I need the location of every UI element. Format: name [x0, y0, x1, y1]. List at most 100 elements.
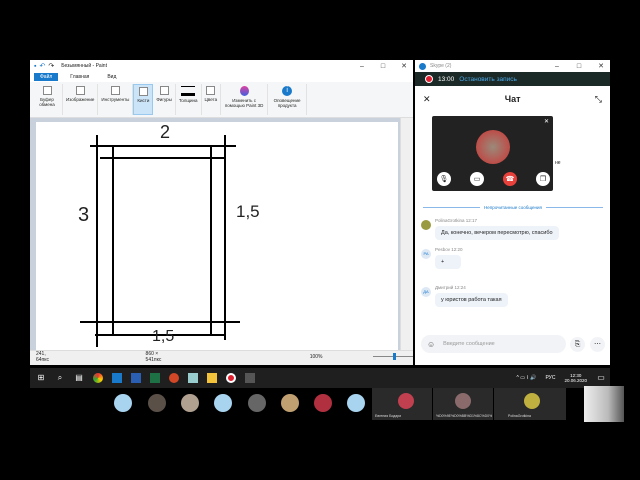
avatar: ДА	[421, 287, 431, 297]
close-button[interactable]: ✕	[395, 62, 413, 70]
notifications-icon[interactable]: ▭	[596, 373, 606, 383]
input-placeholder: Введите сообщение	[443, 341, 495, 347]
message-input[interactable]: ☺ Введите сообщение	[421, 335, 566, 353]
paint3d-button[interactable]: Изменить с помощью Paint 3D	[221, 84, 269, 115]
close-icon[interactable]: ✕	[423, 94, 431, 105]
colors-button[interactable]: Цвета	[202, 84, 222, 115]
status-bar: 241, 64пкс 860 × 541пкс 100%	[30, 350, 413, 363]
stop-recording-link[interactable]: Остановить запись	[459, 76, 517, 83]
maximize-button[interactable]: □	[374, 63, 392, 70]
participant-avatar[interactable]	[181, 394, 199, 412]
tools-group[interactable]: Инструменты	[98, 84, 134, 115]
excel-icon[interactable]	[150, 373, 160, 383]
language-indicator[interactable]: РУС	[545, 375, 555, 381]
participant-avatar[interactable]	[281, 394, 299, 412]
emoji-icon[interactable]: ☺	[427, 340, 435, 349]
size-button[interactable]: Толщина	[176, 84, 202, 115]
notepad-icon[interactable]	[188, 373, 198, 383]
search-icon[interactable]: ⌕	[55, 373, 65, 383]
windows-start-icon[interactable]: ⊞	[36, 373, 46, 383]
tab-file[interactable]: Файл	[34, 73, 59, 81]
message-text: у юристов работа такая	[435, 293, 508, 307]
canvas-area: 2 3 1,5 1,5	[30, 118, 400, 350]
participant-name: %D0%9E%D0%BB%D1%8C%D0%B3...	[436, 414, 492, 418]
participant-name: Евгения Бодари	[375, 414, 402, 418]
vertical-scrollbar[interactable]	[400, 118, 410, 350]
participant-avatar[interactable]	[214, 394, 232, 412]
label-bottom: 1,5	[152, 328, 175, 345]
label: Изменить с помощью Paint 3D	[224, 98, 264, 108]
brushes-button[interactable]: Кисти	[133, 84, 154, 115]
powerpoint-icon[interactable]	[169, 373, 179, 383]
drawing	[80, 135, 240, 347]
task-view-icon[interactable]: ▤	[74, 373, 84, 383]
participant-avatar[interactable]	[114, 394, 132, 412]
minimize-button[interactable]: –	[548, 63, 566, 70]
canvas-size: 860 × 541пкс	[145, 350, 162, 363]
divider-label: Непрочитанные сообщения	[484, 205, 542, 210]
brush-icon	[138, 87, 148, 96]
shapes-icon	[159, 86, 169, 95]
clock[interactable]: 12:30 20.06.2020	[564, 373, 587, 383]
pencil-icon	[110, 86, 120, 95]
caller-avatar	[476, 130, 510, 164]
participant-avatar[interactable]	[314, 394, 332, 412]
window-title: Skype (2)	[430, 63, 452, 69]
call-window[interactable]: ✕ 🎙 ▭ ☎ ❐	[432, 116, 553, 191]
participant-avatar[interactable]	[347, 394, 365, 412]
message-text: +	[435, 255, 461, 269]
unread-divider: Непрочитанные сообщения	[423, 205, 603, 210]
taskbar: ⊞ ⌕ ▤ ^ ▭ ⌇ 🔊 РУС 12:30 20.06.2020 ▭	[30, 368, 610, 388]
tab-view[interactable]: Вид	[101, 73, 122, 81]
zoom-slider[interactable]	[372, 353, 413, 360]
attach-icon[interactable]: ⎘	[570, 337, 585, 352]
chrome-icon[interactable]	[93, 373, 103, 383]
paint-window: ▪ ↶ ↷ Безымянный - Paint – □ ✕ Файл Глав…	[30, 60, 413, 365]
participant-tile[interactable]: Евгения Бодари	[372, 388, 432, 420]
avatar	[421, 220, 431, 230]
save-icon[interactable]: ▪	[34, 63, 36, 70]
switch-window-button[interactable]: ❐	[536, 172, 550, 186]
participant-avatar[interactable]	[148, 394, 166, 412]
label: Толщина	[178, 98, 198, 103]
undo-icon[interactable]: ↶	[39, 62, 45, 70]
message-author: PolinaGrotkina 12:17	[435, 218, 478, 223]
microphone-button[interactable]: 🎙	[437, 172, 451, 186]
ribbon: Буфер обмена Изображение Инструменты Кис…	[30, 82, 413, 118]
participant-tile[interactable]: PolinaGrotkina	[494, 388, 566, 420]
paint-icon[interactable]	[245, 373, 255, 383]
label: Изображение	[66, 97, 95, 102]
close-call-icon[interactable]: ✕	[544, 118, 549, 125]
paint-title-bar: ▪ ↶ ↷ Безымянный - Paint – □ ✕	[30, 60, 413, 72]
clipboard-icon	[42, 86, 52, 95]
window-title: Безымянный - Paint	[61, 63, 107, 69]
drawing-canvas[interactable]: 2 3 1,5 1,5	[36, 122, 398, 350]
minimize-button[interactable]: –	[353, 63, 371, 70]
redo-icon[interactable]: ↷	[48, 62, 54, 70]
partial-message: не	[555, 160, 561, 166]
participant-tile[interactable]: %D0%9E%D0%BB%D1%8C%D0%B3...	[433, 388, 493, 420]
ribbon-tabs: Файл Главная Вид	[30, 72, 413, 82]
clipboard-group[interactable]: Буфер обмена	[32, 84, 63, 115]
tray-icons[interactable]: ^ ▭ ⌇ 🔊	[517, 375, 537, 381]
participant-name: PolinaGrotkina	[508, 414, 531, 418]
image-group[interactable]: Изображение	[63, 84, 99, 115]
date: 20.06.2020	[564, 378, 587, 383]
end-call-button[interactable]: ☎	[503, 172, 517, 186]
record-app-icon[interactable]	[226, 373, 236, 383]
more-icon[interactable]: ⋯	[590, 337, 605, 352]
expand-icon[interactable]: ⤡	[595, 94, 602, 105]
close-button[interactable]: ✕	[592, 62, 610, 70]
message-text: Да, конечно, вечером пересмотрю, спасибо	[435, 226, 559, 240]
word-icon[interactable]	[131, 373, 141, 383]
maximize-button[interactable]: □	[570, 63, 588, 70]
message: PolinaGrotkina 12:17 Да, конечно, вечером…	[435, 218, 559, 240]
avatar: PA	[421, 249, 431, 259]
camera-button[interactable]: ▭	[470, 172, 484, 186]
participant-avatar[interactable]	[248, 394, 266, 412]
file-explorer-icon[interactable]	[207, 373, 217, 383]
product-alert-button[interactable]: i Оповещение продукта	[268, 84, 308, 115]
tab-home[interactable]: Главная	[64, 73, 95, 81]
shapes-button[interactable]: Фигуры	[153, 84, 176, 115]
skype-icon[interactable]	[112, 373, 122, 383]
